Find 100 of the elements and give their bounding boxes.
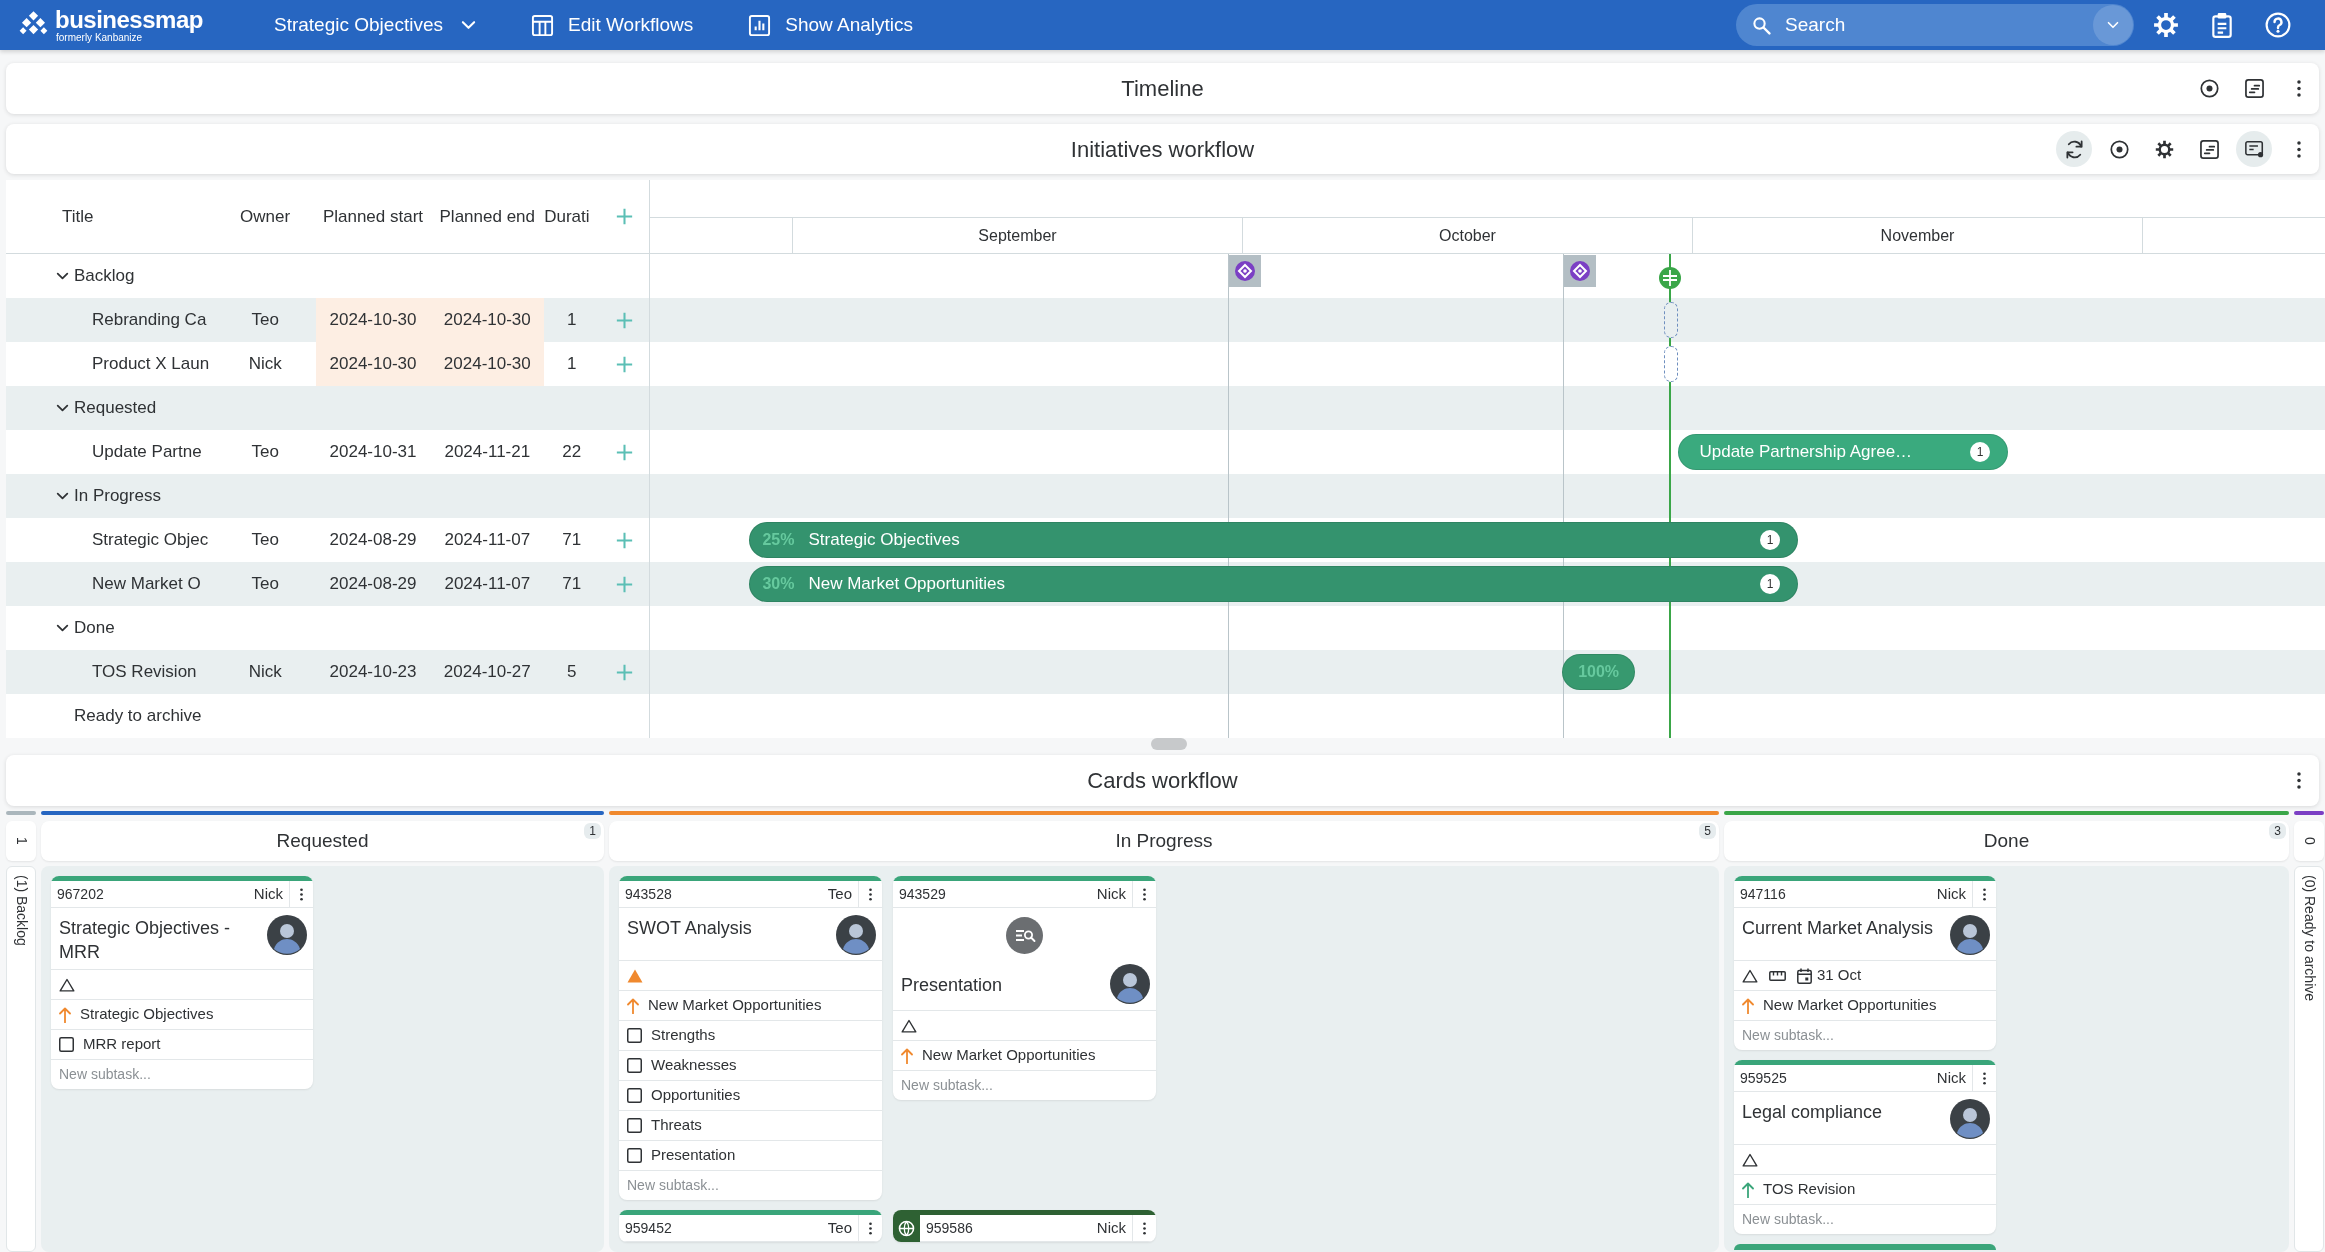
placeholder-bar[interactable] [1663,302,1679,338]
card-title[interactable]: Strategic Objectives - MRR [59,915,267,964]
checkbox[interactable] [627,1088,642,1103]
flow-button[interactable] [2236,131,2272,167]
search-field[interactable]: Search [1785,9,2093,41]
target-icon [2109,139,2129,159]
title-cell[interactable]: Rebranding Ca [6,307,225,333]
column-header[interactable]: In Progress 5 [609,821,1719,861]
card-owner: Nick [1096,883,1126,904]
column-header[interactable]: Requested 1 [41,821,604,861]
checkbox[interactable] [59,1037,74,1052]
subtask-label: Threats [651,1115,702,1136]
new-subtask-field[interactable]: New subtask... [627,1175,874,1196]
more-icon [2297,80,2301,97]
subtask-label: Strengths [651,1025,716,1046]
owner-cell-text: Teo [250,529,280,552]
card-id: 943528 [625,884,672,904]
card[interactable]: 947116 Nick Current Market Analysis 31 Oct New Market Opportunities New subtask... [1734,876,1996,1050]
parent-link[interactable]: New Market Opportunities [1763,994,1937,1017]
panel-title: Timeline [1121,75,1204,103]
parent-link[interactable]: New Market Opportunities [648,994,822,1017]
end-date-cell: 2024-10-30 [430,342,545,386]
title-cell[interactable]: Product X Laun [6,351,225,377]
chevron-down-icon [2107,21,2119,29]
card[interactable]: 943528 Teo SWOT Analysis New Market Opportunities Strengths Weaknesses Opportunities Threats Presentation New subtask... [619,876,882,1200]
due-date: 31 Oct [1817,965,1862,986]
nav-button[interactable]: Edit Workflows [530,10,694,40]
bar-label: Update Partnership Agree… [1699,441,1913,464]
search-bar[interactable]: Search [1736,4,2134,46]
collapsed-column[interactable]: (1) Backlog [6,866,36,1252]
clipboard-icon [2209,12,2235,38]
card[interactable]: 959586 Nick [893,1210,1156,1242]
collapsed-column[interactable]: (0) Ready to archive [2294,866,2324,1252]
count-badge: 1 [584,823,601,839]
count-badge: 1 [1760,574,1780,594]
column-header: Planned start [322,206,424,226]
new-subtask-field[interactable]: New subtask... [901,1075,1148,1096]
placeholder-bar[interactable] [1663,346,1679,382]
panel-title: Initiatives workflow [1070,135,1255,164]
start-date-cell-text: 2024-10-31 [328,441,418,464]
chevron-down-icon [460,20,476,30]
help-button[interactable] [2264,11,2292,39]
owner-cell-text: Teo [250,441,280,464]
parent-link[interactable]: TOS Revision [1763,1178,1856,1201]
title-cell[interactable]: Update Partne [6,439,225,465]
checkbox[interactable] [627,1148,642,1163]
settings-icon [2153,12,2179,38]
card[interactable]: 943529 Nick Presentation New Market Opportunities New subtask... [893,876,1156,1100]
search-icon [1752,15,1771,35]
card-id: 967202 [57,884,104,904]
column-header: Durati [544,206,590,226]
start-date-cell: 2024-10-30 [315,342,431,386]
more-icon [2297,140,2301,158]
new-subtask-field[interactable]: New subtask... [1742,1025,1988,1046]
card[interactable]: 967202 Nick Strategic Objectives - MRR Strategic Objectives MRR report New subtask... [51,876,313,1089]
card-title[interactable]: Legal compliance [1742,1099,1950,1124]
subtask-label: Presentation [651,1145,736,1166]
card-title[interactable]: Current Market Analysis [1742,915,1950,940]
card-title[interactable]: Presentation [901,971,1110,997]
owner-cell-text: Nick [247,661,283,684]
new-subtask-field[interactable]: New subtask... [59,1064,305,1085]
card[interactable]: 959525 Nick Legal compliance TOS Revision New subtask... [1734,1060,1996,1234]
duration-cell-text: 1 [565,353,578,376]
nav-button[interactable]: Show Analytics [748,10,914,40]
plus-icon [615,531,633,549]
column-header: Title [62,206,94,226]
end-date-cell-text: 2024-11-21 [443,441,532,464]
owner-cell-text: Nick [247,353,283,376]
milestone-icon[interactable] [1564,255,1596,287]
checkbox[interactable] [627,1028,642,1043]
card-owner: Nick [1936,1067,1966,1088]
card[interactable]: 959452 Teo [619,1210,882,1242]
settings-button[interactable] [2152,11,2180,39]
column-title: Requested [276,828,369,853]
refresh-button[interactable] [2056,131,2092,167]
title-cell[interactable]: TOS Revision [6,659,225,685]
parent-link[interactable]: New Market Opportunities [922,1044,1096,1067]
gantt-bar[interactable]: Update Partnership Agree… 1 [1678,434,2008,470]
collapsed-column-header[interactable]: 0 [2294,821,2324,861]
new-subtask-field[interactable]: New subtask... [1742,1209,1988,1230]
title-cell[interactable]: Strategic Objec [6,527,225,553]
nav-button[interactable]: Strategic Objectives [274,10,476,40]
column-header[interactable]: Done 3 [1724,821,2289,861]
parent-link[interactable]: Strategic Objectives [80,1003,214,1026]
milestone-icon[interactable] [1229,255,1261,287]
checkbox[interactable] [627,1118,642,1133]
count-badge: 1 [1760,530,1780,550]
group-label: Requested [74,397,157,420]
plus-icon [615,311,633,329]
card-id: 959452 [625,1218,672,1238]
end-date-cell-text: 2024-11-07 [443,529,532,552]
collapsed-column-header[interactable]: 1 [6,821,36,861]
title-cell[interactable]: New Market O [6,571,225,597]
scroll-handle[interactable] [1150,738,1187,750]
month-header: November [1693,218,2143,253]
card-title[interactable]: SWOT Analysis [627,915,836,940]
group-label: Ready to archive [74,705,202,728]
today-marker-icon [1659,267,1681,289]
chevron-down-icon [55,272,69,280]
checkbox[interactable] [627,1058,642,1073]
